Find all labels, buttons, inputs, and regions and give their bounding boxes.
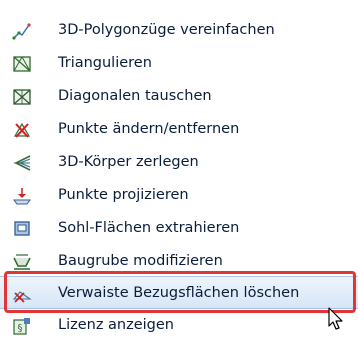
menu-item-triangulate[interactable]: Triangulieren — [0, 47, 358, 80]
menu-item-label: 3D-Körper zerlegen — [58, 154, 199, 170]
menu-item-label: Diagonalen tauschen — [58, 88, 212, 104]
menu-item-label: Lizenz anzeigen — [58, 317, 174, 333]
menu-item-label: Baugrube modifizieren — [58, 253, 223, 269]
svg-text:§: § — [18, 323, 23, 334]
project-points-icon — [12, 186, 32, 206]
mouse-cursor-icon — [328, 307, 343, 330]
menu-item-delete-orphan-surfaces[interactable]: Verwaiste Bezugsflächen löschen — [0, 276, 358, 309]
triangulate-icon — [12, 54, 32, 74]
menu-item-label: Punkte ändern/entfernen — [58, 121, 240, 137]
edit-points-icon — [12, 120, 32, 140]
extract-surface-icon — [12, 219, 32, 239]
split-solid-icon — [12, 153, 32, 173]
menu-item-label: Sohl-Flächen extrahieren — [58, 220, 240, 236]
menu-item-modify-excavation[interactable]: Baugrube modifizieren — [0, 245, 358, 278]
menu-item-label: Punkte projizieren — [58, 187, 189, 203]
license-icon: § — [12, 316, 32, 336]
menu-item-project-points[interactable]: Punkte projizieren — [0, 179, 358, 212]
menu-item-label: Triangulieren — [58, 55, 152, 71]
delete-orphan-surfaces-icon — [12, 284, 32, 304]
menu-item-show-license[interactable]: § Lizenz anzeigen — [0, 309, 358, 338]
polyline-simplify-icon — [12, 21, 32, 41]
menu-item-label: 3D-Polygonzüge vereinfachen — [58, 22, 275, 38]
menu-item-swap-diagonals[interactable]: Diagonalen tauschen — [0, 80, 358, 113]
menu-item-edit-points[interactable]: Punkte ändern/entfernen — [0, 113, 358, 146]
context-menu: 3D-Polygonzüge vereinfachen Trianguliere… — [0, 0, 358, 338]
excavation-icon — [12, 252, 32, 272]
menu-item-split-solid[interactable]: 3D-Körper zerlegen — [0, 146, 358, 179]
swap-diagonals-icon — [12, 87, 32, 107]
menu-item-simplify-polylines[interactable]: 3D-Polygonzüge vereinfachen — [0, 14, 358, 47]
menu-item-extract-surfaces[interactable]: Sohl-Flächen extrahieren — [0, 212, 358, 245]
menu-item-label: Verwaiste Bezugsflächen löschen — [58, 285, 300, 301]
